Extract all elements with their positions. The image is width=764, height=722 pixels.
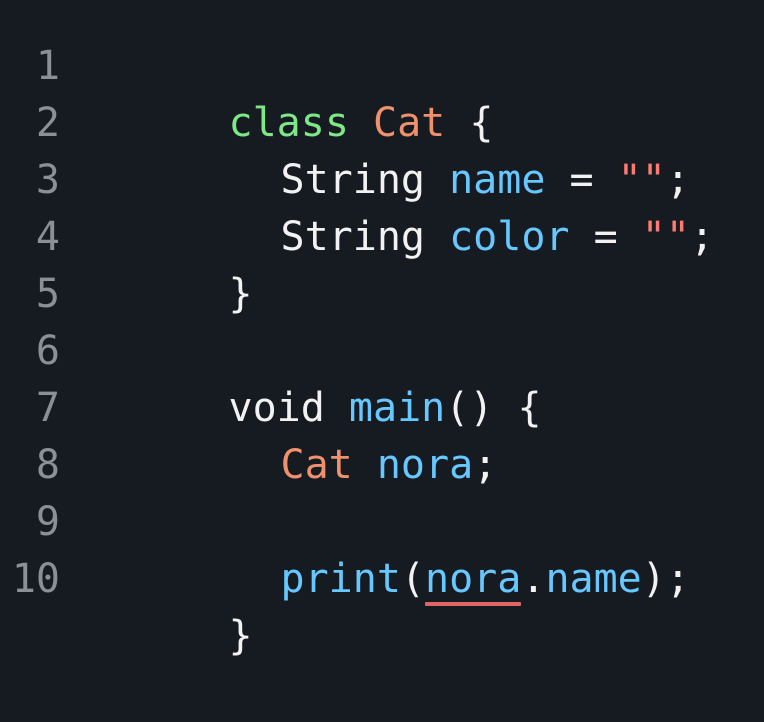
error-identifier-token[interactable]: nora — [425, 551, 522, 608]
code-line: 6 void main() { — [0, 323, 764, 431]
string-token: "" — [641, 214, 690, 260]
assignment-token: = — [569, 214, 642, 260]
line-number: 2 — [35, 100, 60, 146]
type-token: String — [280, 214, 426, 260]
code-editor[interactable]: 1 class Cat { 2 String name = ""; 3 Stri… — [0, 0, 764, 659]
function-call-token: print — [280, 556, 401, 602]
line-number: 7 — [35, 385, 60, 431]
code-line: 1 class Cat { — [0, 38, 764, 146]
code-content: String name = ""; — [84, 95, 690, 203]
code-line: 3 String color = ""; — [0, 152, 764, 260]
punctuation-token: } — [228, 271, 253, 317]
code-content: } — [84, 551, 253, 659]
line-number: 5 — [35, 271, 60, 317]
line-number: 9 — [35, 499, 60, 545]
line-number: 3 — [35, 157, 60, 203]
punctuation-token: ); — [641, 556, 690, 602]
code-line: 2 String name = ""; — [0, 95, 764, 203]
identifier-token: nora — [376, 442, 474, 488]
type-token: Cat — [280, 442, 353, 488]
code-line: 9 print(nora.name); — [0, 494, 764, 606]
code-content: Cat nora; — [84, 380, 498, 488]
code-content: void main() { — [84, 323, 542, 431]
property-token: name — [545, 556, 642, 602]
code-content: class Cat { — [84, 38, 494, 146]
line-number: 6 — [35, 328, 60, 374]
code-content: String color = ""; — [84, 152, 715, 260]
line-number: 1 — [35, 43, 60, 89]
dot-token: . — [521, 556, 546, 602]
punctuation-token: } — [228, 613, 253, 659]
code-content: print(nora.name); — [84, 494, 690, 606]
code-line: 7 Cat nora; — [0, 380, 764, 488]
punctuation-token: ; — [473, 442, 498, 488]
line-number: 8 — [35, 442, 60, 488]
line-number: 4 — [35, 214, 60, 260]
line-number: 10 — [11, 556, 60, 602]
code-content: } — [84, 209, 253, 317]
identifier-token: color — [449, 214, 570, 260]
punctuation-token: ; — [689, 214, 715, 260]
punctuation-token: ( — [400, 556, 426, 602]
